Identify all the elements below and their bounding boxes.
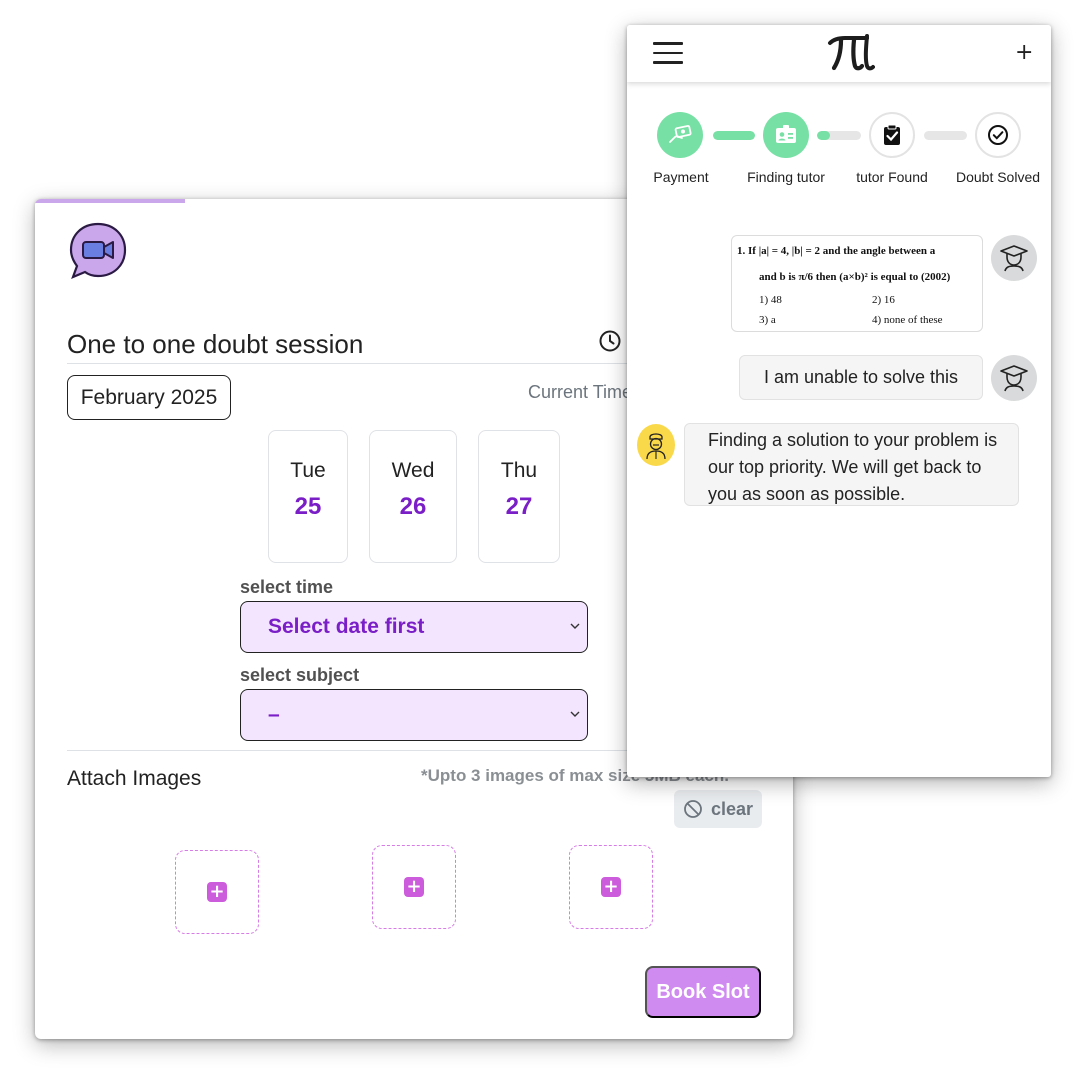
ban-icon	[684, 800, 702, 818]
question-option-4: 4) none of these	[872, 314, 943, 326]
subject-select[interactable]: –	[240, 689, 588, 741]
question-option-3: 3) a	[759, 314, 776, 326]
support-bot-avatar	[637, 424, 675, 466]
subject-select-value: –	[268, 703, 280, 726]
question-line-2: and b is π/6 then (a×b)² is equal to (20…	[759, 271, 951, 283]
plus-square-icon: +	[207, 882, 227, 902]
time-select-value: Select date first	[268, 615, 425, 638]
student-avatar	[991, 355, 1037, 401]
session-title: One to one doubt session	[67, 329, 364, 359]
chat-panel: + Payment Finding tutor tutor Found Doub…	[627, 25, 1051, 777]
day-number: 27	[505, 493, 533, 520]
step-label-payment: Payment	[653, 169, 709, 185]
image-upload-slot-3[interactable]: +	[569, 845, 653, 929]
time-field-label: select time	[240, 577, 334, 597]
step-progress-bar-1	[713, 131, 755, 140]
time-select[interactable]: Select date first	[240, 601, 588, 653]
chevron-down-icon	[570, 711, 580, 717]
graduate-icon	[1000, 245, 1028, 272]
step-doubt-solved-circle	[975, 112, 1021, 158]
step-payment-circle	[657, 112, 703, 158]
question-option-1: 1) 48	[759, 294, 782, 306]
step-label-doubt-solved: Doubt Solved	[955, 169, 1041, 185]
step-progress-bar-3	[924, 131, 967, 140]
question-option-2: 2) 16	[872, 294, 895, 306]
step-tutor-found-circle	[869, 112, 915, 158]
doctor-bot-icon	[646, 433, 666, 460]
plus-square-icon: +	[601, 877, 621, 897]
day-number: 26	[399, 493, 427, 520]
hamburger-menu-icon[interactable]	[653, 42, 683, 64]
check-circle-icon	[988, 125, 1008, 145]
step-progress-bar-2	[817, 131, 861, 140]
plus-square-icon: +	[404, 877, 424, 897]
image-upload-slot-2[interactable]: +	[372, 845, 456, 929]
video-camera-icon	[67, 220, 129, 282]
date-card-thu[interactable]: Thu 27	[478, 430, 560, 563]
graduate-icon	[1000, 365, 1028, 392]
id-card-icon	[776, 125, 796, 143]
date-card-wed[interactable]: Wed 26	[369, 430, 457, 563]
step-label-finding-tutor: Finding tutor	[747, 169, 825, 185]
step-label-tutor-found: tutor Found	[856, 169, 928, 185]
student-avatar	[991, 235, 1037, 281]
panel-top-accent	[35, 199, 185, 203]
clear-label: clear	[710, 798, 754, 819]
clipboard-check-icon	[884, 124, 900, 145]
image-upload-slot-1[interactable]: +	[175, 850, 259, 934]
day-name: Thu	[500, 459, 538, 482]
day-number: 25	[294, 493, 322, 520]
add-icon[interactable]: +	[1015, 40, 1033, 65]
day-name: Wed	[391, 459, 435, 482]
subject-field-label: select subject	[240, 665, 360, 685]
step-finding-tutor-circle	[763, 112, 809, 158]
month-selector-button[interactable]: February 2025	[67, 375, 231, 420]
user-message-bubble: I am unable to solve this	[739, 355, 983, 400]
question-line-1: 1. If |a| = 4, |b| = 2 and the angle bet…	[737, 245, 936, 257]
payment-icon	[669, 125, 692, 143]
attach-images-title: Attach Images	[67, 767, 202, 790]
app-logo[interactable]	[827, 33, 875, 73]
day-name: Tue	[290, 459, 326, 482]
current-time-label: Current Time	[528, 382, 633, 402]
clear-button[interactable]: clear	[674, 790, 762, 828]
top-navbar: +	[627, 25, 1051, 82]
date-card-tue[interactable]: Tue 25	[268, 430, 348, 563]
book-slot-button[interactable]: Book Slot	[645, 966, 761, 1018]
bot-message-bubble: Finding a solution to your problem is ou…	[684, 423, 1019, 506]
clock-icon	[598, 329, 622, 353]
chevron-down-icon	[570, 623, 580, 629]
question-image-message[interactable]: 1. If |a| = 4, |b| = 2 and the angle bet…	[731, 235, 983, 332]
